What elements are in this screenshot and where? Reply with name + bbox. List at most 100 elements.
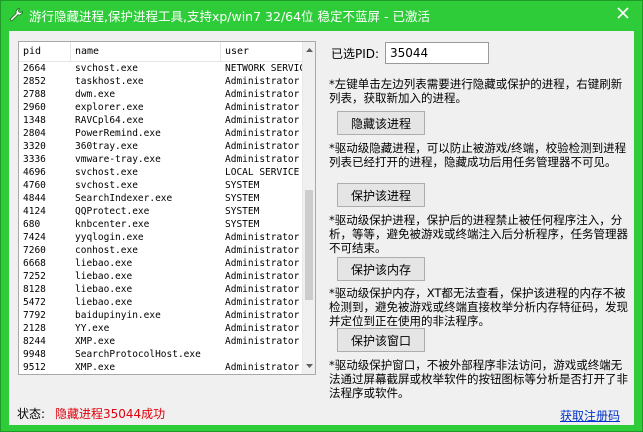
process-name: liebao.exe: [75, 284, 133, 295]
process-row[interactable]: 7252 liebao.exe Administrator: [19, 270, 303, 283]
protect-process-button[interactable]: 保护该进程: [337, 183, 425, 207]
memory-help-text: *驱动级保护内存，XT都无法查看，保护该进程的内存不被检测到，避免被游戏或终端直…: [329, 286, 628, 328]
hide-process-button[interactable]: 隐藏该进程: [337, 111, 425, 135]
process-name: YY.exe: [75, 323, 110, 334]
process-user: Administrator: [225, 232, 300, 243]
process-row[interactable]: 4760 svchost.exe SYSTEM: [19, 179, 303, 192]
process-row[interactable]: 7260 conhost.exe Administrator: [19, 244, 303, 257]
process-row[interactable]: 7424 yyqlogin.exe Administrator: [19, 231, 303, 244]
status-label: 状态:: [17, 407, 46, 421]
process-row[interactable]: 1348 RAVCpl64.exe Administrator: [19, 114, 303, 127]
process-user: Administrator: [225, 128, 300, 139]
process-pid: 1348: [23, 115, 46, 126]
process-user: Administrator: [225, 271, 300, 282]
process-user: LOCAL SERVICE: [225, 167, 300, 178]
process-row[interactable]: 2788 dwm.exe Administrator: [19, 88, 303, 101]
process-user: Administrator: [225, 76, 300, 87]
process-row[interactable]: 8244 XMP.exe Administrator: [19, 335, 303, 348]
process-pid: 4124: [23, 206, 46, 217]
process-pid: 9948: [23, 349, 46, 360]
process-pid: 7792: [23, 310, 46, 321]
process-row[interactable]: 680 knbcenter.exe SYSTEM: [19, 218, 303, 231]
scroll-up-arrow-icon[interactable]: [303, 43, 315, 57]
app-window: 游行隐藏进程,保护进程工具,支持xp/win7 32/64位 稳定不蓝屏 - 已…: [0, 0, 643, 432]
process-user: SYSTEM: [225, 219, 260, 230]
process-user: SYSTEM: [225, 206, 260, 217]
process-name: svchost.exe: [75, 63, 138, 74]
process-rows: 2664 svchost.exe NETWORK SERVICE 2852 taskho…: [19, 62, 303, 374]
scroll-down-arrow-icon[interactable]: [303, 359, 315, 373]
get-registration-code-link[interactable]: 获取注册码: [560, 407, 620, 424]
process-name: taskhost.exe: [75, 76, 144, 87]
column-header-name[interactable]: name: [71, 42, 221, 61]
process-pid: 5472: [23, 297, 46, 308]
close-button[interactable]: [612, 3, 634, 23]
process-name: liebao.exe: [75, 297, 133, 308]
process-list[interactable]: pid name user 2664 svchost.exe NETWORK SER…: [18, 41, 316, 375]
process-user: Administrator: [225, 154, 300, 165]
process-user: Administrator: [225, 258, 300, 269]
process-pid: 7260: [23, 245, 46, 256]
process-row[interactable]: 4844 SearchIndexer.exe SYSTEM: [19, 192, 303, 205]
process-row[interactable]: 4124 QQProtect.exe SYSTEM: [19, 205, 303, 218]
list-help-text: *左键单击左边列表需要进行隐藏或保护的进程，右键刷新列表，获取新加入的进程。: [329, 77, 623, 105]
process-user: Administrator: [225, 284, 300, 295]
process-user: Administrator: [225, 362, 300, 373]
process-name: conhost.exe: [75, 245, 138, 256]
process-row[interactable]: 2960 explorer.exe Administrator: [19, 101, 303, 114]
process-name: svchost.exe: [75, 180, 138, 191]
title-bar[interactable]: 游行隐藏进程,保护进程工具,支持xp/win7 32/64位 稳定不蓝屏 - 已…: [1, 1, 642, 29]
window-title: 游行隐藏进程,保护进程工具,支持xp/win7 32/64位 稳定不蓝屏 - 已…: [29, 8, 430, 24]
wrench-icon: [9, 8, 23, 22]
process-row[interactable]: 2664 svchost.exe NETWORK SERVICE: [19, 62, 303, 75]
process-name: vmware-tray.exe: [75, 154, 161, 165]
vertical-scrollbar[interactable]: [302, 42, 315, 374]
process-name: knbcenter.exe: [75, 219, 150, 230]
process-name: 360tray.exe: [75, 141, 138, 152]
process-pid: 2128: [23, 323, 46, 334]
process-pid: 4696: [23, 167, 46, 178]
process-pid: 680: [23, 219, 41, 230]
protect-window-button[interactable]: 保护该窗口: [337, 328, 425, 352]
protect-memory-button[interactable]: 保护该内存: [337, 257, 425, 281]
process-name: liebao.exe: [75, 258, 133, 269]
column-header-user[interactable]: user: [221, 42, 303, 61]
process-row[interactable]: 2852 taskhost.exe Administrator: [19, 75, 303, 88]
process-row[interactable]: 5472 liebao.exe Administrator: [19, 296, 303, 309]
process-row[interactable]: 3336 vmware-tray.exe Administrator: [19, 153, 303, 166]
process-row[interactable]: 9512 XMP.exe Administrator: [19, 361, 303, 374]
process-user: Administrator: [225, 102, 300, 113]
process-name: baidupinyin.exe: [75, 310, 161, 321]
process-row[interactable]: 8128 liebao.exe Administrator: [19, 283, 303, 296]
process-name: svchost.exe: [75, 167, 138, 178]
process-name: SearchProtocolHost.exe: [75, 349, 201, 360]
process-name: liebao.exe: [75, 271, 133, 282]
process-pid: 2804: [23, 128, 46, 139]
process-row[interactable]: 3320 360tray.exe Administrator: [19, 140, 303, 153]
process-user: NETWORK SERVICE: [225, 63, 303, 74]
process-user: Administrator: [225, 323, 300, 334]
column-header-pid[interactable]: pid: [19, 42, 71, 61]
process-name: QQProtect.exe: [75, 206, 150, 217]
scrollbar-thumb[interactable]: [305, 190, 313, 300]
close-icon: [617, 7, 629, 19]
process-row[interactable]: 2128 YY.exe Administrator: [19, 322, 303, 335]
process-row[interactable]: 6668 liebao.exe Administrator: [19, 257, 303, 270]
process-list-header: pid name user: [19, 42, 303, 62]
process-pid: 4844: [23, 193, 46, 204]
process-row[interactable]: 4696 svchost.exe LOCAL SERVICE: [19, 166, 303, 179]
selected-pid-input[interactable]: [385, 42, 489, 64]
process-pid: 9512: [23, 362, 46, 373]
process-pid: 8128: [23, 284, 46, 295]
process-row[interactable]: 9948 SearchProtocolHost.exe: [19, 348, 303, 361]
hide-help-text: *驱动级隐藏进程，可以防止被游戏/终端，校验检测到进程列表已经打开的进程，隐藏成…: [329, 141, 627, 169]
process-user: Administrator: [225, 310, 300, 321]
process-pid: 2664: [23, 63, 46, 74]
status-message: 隐藏进程35044成功: [55, 407, 166, 421]
process-pid: 7424: [23, 232, 46, 243]
process-name: dwm.exe: [75, 89, 116, 100]
process-row[interactable]: 2804 PowerRemind.exe Administrator: [19, 127, 303, 140]
process-row[interactable]: 7792 baidupinyin.exe Administrator: [19, 309, 303, 322]
process-pid: 7252: [23, 271, 46, 282]
process-user: Administrator: [225, 336, 300, 347]
